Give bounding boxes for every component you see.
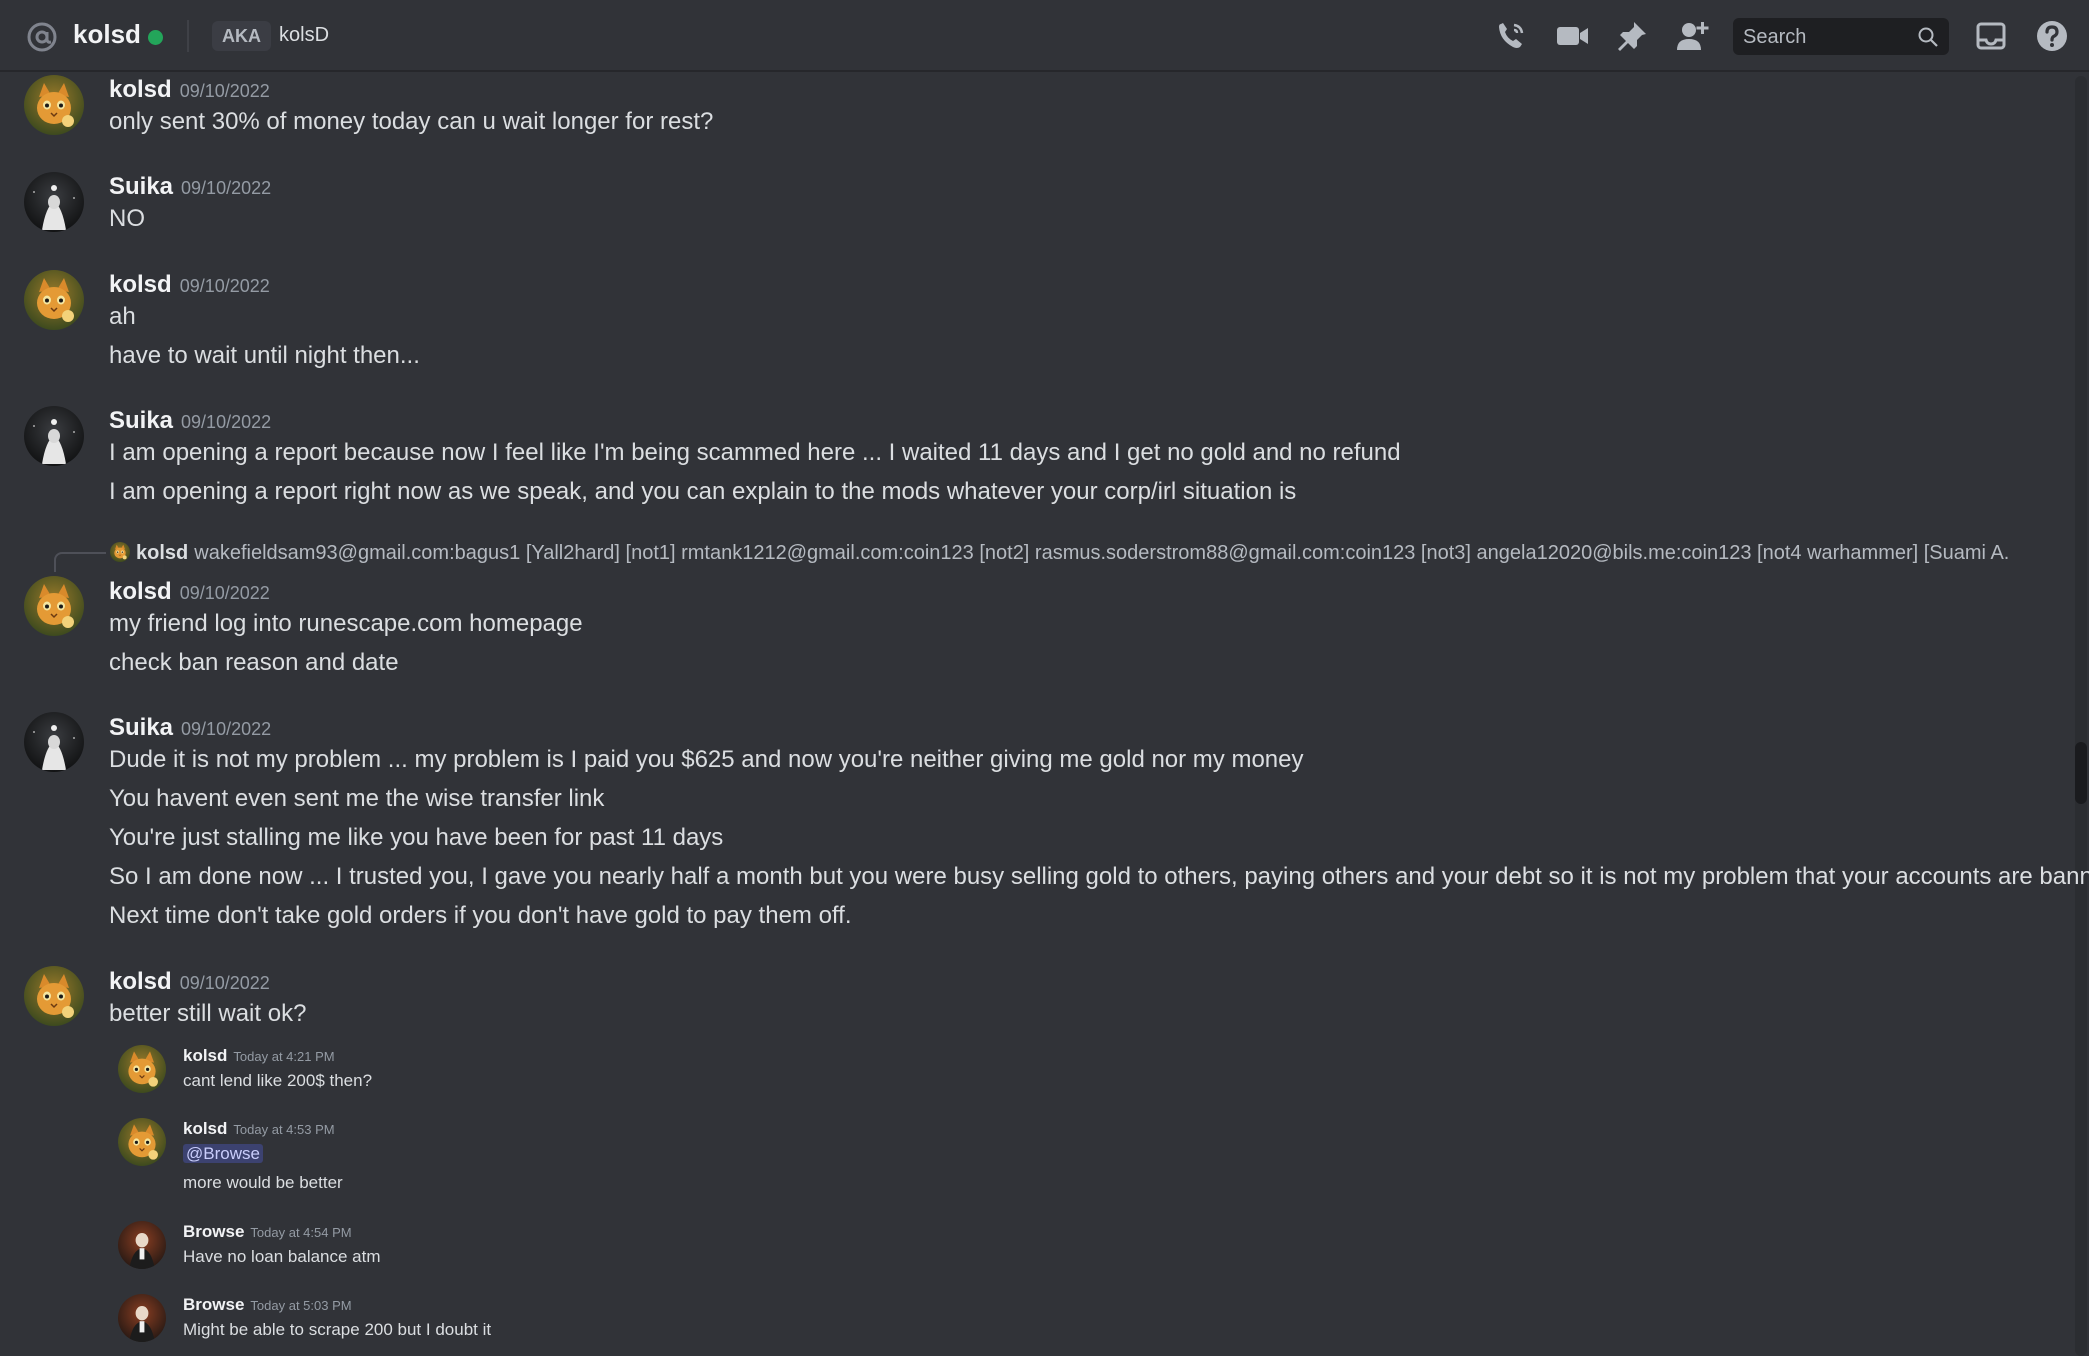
scrollbar-thumb[interactable] (2075, 742, 2087, 804)
timestamp: 09/10/2022 (181, 412, 272, 432)
username[interactable]: kolsd (109, 76, 172, 103)
embedded-text: more would be better (183, 1173, 343, 1192)
username[interactable]: Suika (109, 173, 173, 200)
message-text: I am opening a report right now as we sp… (109, 478, 1297, 505)
username[interactable]: kolsd (109, 968, 172, 995)
reply-reference[interactable]: kolsd wakefieldsam93@gmail.com:bagus1 [Ya… (110, 542, 2010, 565)
scrollbar-track[interactable] (2075, 76, 2087, 1356)
message-text: I am opening a report because now I feel… (109, 439, 1401, 466)
avatar (118, 1294, 166, 1342)
timestamp: 09/10/2022 (179, 973, 270, 993)
reply-text: wakefieldsam93@gmail.com:bagus1 [Yall2ha… (194, 542, 2010, 564)
embedded-username: Browse (183, 1222, 245, 1241)
embedded-timestamp: Today at 5:03 PM (250, 1298, 352, 1313)
embedded-timestamp: Today at 4:54 PM (250, 1225, 352, 1240)
message-text: only sent 30% of money today can u wait … (109, 108, 714, 135)
timestamp: 09/10/2022 (179, 276, 270, 296)
online-status-icon (148, 30, 163, 45)
dm-username[interactable]: kolsd (73, 19, 141, 50)
message-text: better still wait ok? (109, 1000, 307, 1027)
username[interactable]: kolsd (109, 271, 172, 298)
inbox-icon[interactable] (1973, 18, 2009, 54)
embedded-text: cant lend like 200$ then? (183, 1071, 373, 1090)
embedded-header: kolsd Today at 4:21 PM (183, 1046, 335, 1066)
call-icon[interactable] (1493, 18, 1529, 54)
embedded-header: Browse Today at 5:03 PM (183, 1295, 352, 1315)
timestamp: 09/10/2022 (179, 583, 270, 603)
avatar[interactable] (24, 576, 84, 636)
avatar (118, 1221, 166, 1269)
aka-name: kolsD (279, 24, 330, 46)
message-text: So I am done now ... I trusted you, I ga… (109, 863, 2089, 890)
top-bar: kolsd AKA kolsD Search (0, 0, 2089, 72)
timestamp: 09/10/2022 (179, 81, 270, 101)
username[interactable]: Suika (109, 407, 173, 434)
message-header: Suika 09/10/2022 (109, 407, 271, 435)
help-icon[interactable] (2034, 18, 2070, 54)
embedded-timestamp: Today at 4:53 PM (233, 1122, 335, 1137)
username[interactable]: Suika (109, 714, 173, 741)
message-header: kolsd 09/10/2022 (109, 578, 270, 606)
search-icon (1918, 27, 1938, 47)
reply-username: kolsd (136, 542, 189, 564)
avatar (118, 1118, 166, 1166)
reply-connector (54, 552, 106, 572)
avatar[interactable] (24, 75, 84, 135)
message-header: kolsd 09/10/2022 (109, 271, 270, 299)
message-header: kolsd 09/10/2022 (109, 76, 270, 104)
add-friend-icon[interactable] (1674, 18, 1710, 54)
message-text: ah (109, 303, 136, 330)
embedded-timestamp: Today at 4:21 PM (233, 1049, 335, 1064)
avatar[interactable] (24, 966, 84, 1026)
avatar[interactable] (24, 712, 84, 772)
reply-avatar (110, 542, 130, 562)
at-icon (27, 22, 57, 52)
avatar[interactable] (24, 270, 84, 330)
video-icon[interactable] (1554, 18, 1590, 54)
embedded-username: Browse (183, 1295, 245, 1314)
username[interactable]: kolsd (109, 578, 172, 605)
embedded-header: kolsd Today at 4:53 PM (183, 1119, 335, 1139)
message-text: You havent even sent me the wise transfe… (109, 785, 605, 812)
embedded-header: Browse Today at 4:54 PM (183, 1222, 352, 1242)
message-text: Dude it is not my problem ... my problem… (109, 746, 1304, 773)
avatar[interactable] (24, 406, 84, 466)
embedded-mention-line: @Browse (183, 1144, 263, 1164)
avatar[interactable] (24, 172, 84, 232)
search-input[interactable]: Search (1733, 18, 1949, 55)
message-text: my friend log into runescape.com homepag… (109, 610, 583, 637)
timestamp: 09/10/2022 (181, 719, 272, 739)
header-divider (187, 20, 189, 52)
message-text: NO (109, 205, 145, 232)
mention: @Browse (183, 1144, 263, 1163)
message-text: Next time don't take gold orders if you … (109, 902, 852, 929)
message-text: check ban reason and date (109, 649, 399, 676)
embedded-text: Might be able to scrape 200 but I doubt … (183, 1320, 492, 1339)
message-text: You're just stalling me like you have be… (109, 824, 724, 851)
embedded-text: Have no loan balance atm (183, 1247, 381, 1266)
embedded-username: kolsd (183, 1119, 228, 1138)
message-header: kolsd 09/10/2022 (109, 968, 270, 996)
search-placeholder: Search (1743, 26, 1807, 48)
pin-icon[interactable] (1614, 18, 1650, 54)
message-header: Suika 09/10/2022 (109, 173, 271, 201)
embedded-username: kolsd (183, 1046, 228, 1065)
timestamp: 09/10/2022 (181, 178, 272, 198)
message-header: Suika 09/10/2022 (109, 714, 271, 742)
message-text: have to wait until night then... (109, 342, 420, 369)
avatar (118, 1045, 166, 1093)
aka-badge: AKA (212, 21, 271, 51)
